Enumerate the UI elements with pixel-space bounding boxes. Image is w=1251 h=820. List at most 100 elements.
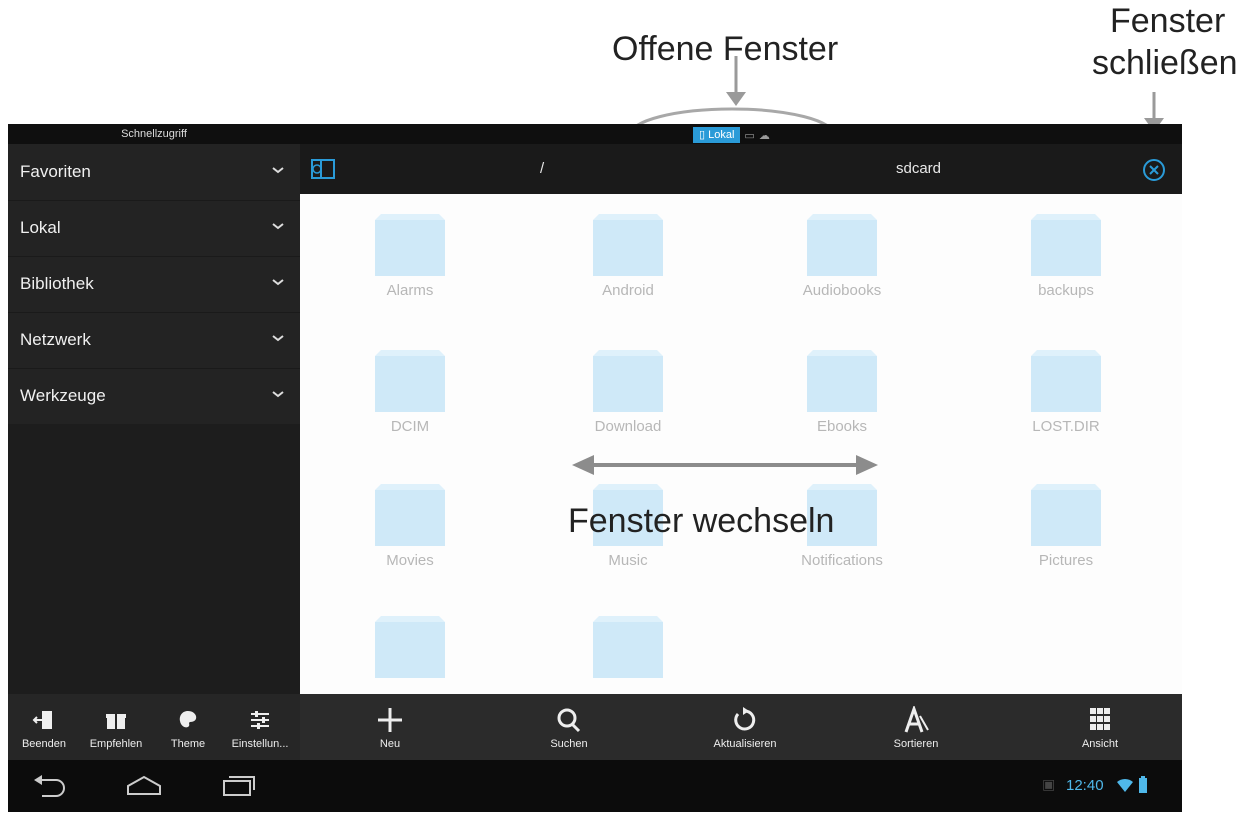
tablet-icon: ▯ <box>699 129 709 141</box>
sort-label: Sortieren <box>893 738 939 750</box>
window-switch-icon[interactable] <box>308 154 338 184</box>
refresh-button[interactable]: Aktualisieren <box>685 694 805 760</box>
folder-item[interactable]: Download <box>518 330 738 450</box>
folder-item[interactable]: Android <box>518 194 738 314</box>
sidebar-item-netzwerk[interactable]: Netzwerk <box>8 312 300 369</box>
folder-icon <box>593 616 663 678</box>
folder-item[interactable]: DCIM <box>300 330 520 450</box>
chevron-down-icon <box>272 335 284 342</box>
chevron-down-icon <box>272 167 284 174</box>
back-icon[interactable] <box>30 774 70 798</box>
folder-label: Audiobooks <box>802 282 882 299</box>
folder-item[interactable]: Ebooks <box>732 330 952 450</box>
top-bar: Schnellzugriff ▯ Lokal ▭ ☁ <box>8 124 1182 144</box>
recommend-button[interactable]: Empfehlen <box>80 694 152 760</box>
folder-label: DCIM <box>390 418 430 435</box>
recent-apps-icon[interactable] <box>218 774 258 798</box>
window-tab-label: Lokal <box>708 129 735 141</box>
folder-label: LOST.DIR <box>1032 418 1100 435</box>
notification-icon: ▣ <box>1042 776 1056 792</box>
open-windows-arrow <box>726 56 746 106</box>
folder-icon <box>375 484 445 546</box>
sidebar-item-bibliothek[interactable]: Bibliothek <box>8 256 300 313</box>
folder-icon <box>593 350 663 412</box>
folder-icon <box>593 214 663 276</box>
refresh-icon <box>734 707 756 731</box>
sliders-icon <box>251 711 269 729</box>
window-tabs: ▯ Lokal ▭ ☁ <box>693 127 770 143</box>
folder-icon <box>375 350 445 412</box>
folder-label: Alarms <box>386 282 434 299</box>
folder-item[interactable]: backups <box>956 194 1176 314</box>
sort-icon <box>904 706 929 733</box>
sort-button[interactable]: Sortieren <box>856 694 976 760</box>
path-bar: / sdcard <box>300 144 1182 194</box>
breadcrumb-root[interactable]: / <box>540 144 544 194</box>
wifi-icon <box>1117 778 1133 792</box>
theme-button[interactable]: Theme <box>152 694 224 760</box>
exit-button[interactable]: Beenden <box>8 694 80 760</box>
chevron-down-icon <box>272 391 284 398</box>
view-label: Ansicht <box>1081 738 1119 750</box>
sidebar-empty-area <box>8 424 300 694</box>
recommend-label: Empfehlen <box>89 738 143 750</box>
folder-label: backups <box>1038 282 1094 299</box>
folder-label: Android <box>602 282 654 299</box>
exit-icon <box>32 711 52 729</box>
folder-icon <box>1031 350 1101 412</box>
new-label: Neu <box>379 738 401 750</box>
folder-icon <box>807 350 877 412</box>
folder-item[interactable]: Audiobooks <box>732 194 952 314</box>
folder-label: Music <box>608 552 648 569</box>
sidebar-item-werkzeuge[interactable]: Werkzeuge <box>8 368 300 425</box>
quick-access-title: Schnellzugriff <box>121 128 187 140</box>
breadcrumb-current[interactable]: sdcard <box>896 144 941 194</box>
search-label: Suchen <box>550 738 588 750</box>
system-nav-bar: ▣ 12:40 <box>8 760 1182 812</box>
chevron-down-icon <box>272 223 284 230</box>
folder-item[interactable]: Movies <box>300 464 520 584</box>
folder-label: Download <box>594 418 662 435</box>
bottom-toolbar: Neu Suchen Aktualisieren Sortieren Ansic… <box>300 694 1182 760</box>
search-icon <box>557 708 581 733</box>
file-grid: Alarms Android Audiobooks backups DCIM Downlo… <box>300 194 1182 694</box>
gift-icon <box>106 714 126 729</box>
sidebar-item-label: Werkzeuge <box>20 386 106 405</box>
plus-icon <box>378 708 402 732</box>
folder-label: Movies <box>386 552 434 569</box>
folder-icon <box>375 616 445 678</box>
sidebar-item-favoriten[interactable]: Favoriten <box>8 144 300 201</box>
sidebar-item-label: Lokal <box>20 218 61 237</box>
refresh-label: Aktualisieren <box>713 738 777 750</box>
settings-button[interactable]: Einstellun... <box>224 694 296 760</box>
clock: 12:40 <box>1066 777 1104 794</box>
switch-windows-arrow <box>572 455 878 475</box>
window-tab-3-icon[interactable]: ☁ <box>759 129 770 142</box>
grid-icon <box>1090 708 1110 730</box>
folder-label: Notifications <box>801 552 883 569</box>
search-button[interactable]: Suchen <box>509 694 629 760</box>
folder-item[interactable]: LOST.DIR <box>956 330 1176 450</box>
annotation-switch-windows: Fenster wechseln <box>568 502 835 540</box>
folder-icon <box>807 214 877 276</box>
folder-label: Pictures <box>1038 552 1094 569</box>
close-window-icon[interactable] <box>1140 156 1168 184</box>
exit-label: Beenden <box>21 738 67 750</box>
sidebar-item-lokal[interactable]: Lokal <box>8 200 300 257</box>
folder-icon <box>1031 214 1101 276</box>
new-button[interactable]: Neu <box>330 694 450 760</box>
folder-icon <box>375 214 445 276</box>
folder-item[interactable]: Pictures <box>956 464 1176 584</box>
folder-item[interactable]: Alarms <box>300 194 520 314</box>
home-icon[interactable] <box>124 774 164 798</box>
battery-icon <box>1139 776 1147 793</box>
chevron-down-icon <box>272 279 284 286</box>
window-tab-2-icon[interactable]: ▭ <box>744 129 754 142</box>
sidebar-item-label: Netzwerk <box>20 330 91 349</box>
sidebar-actions: Beenden Empfehlen Theme Einstellun... <box>8 694 300 760</box>
view-button[interactable]: Ansicht <box>1040 694 1160 760</box>
sidebar-item-label: Bibliothek <box>20 274 94 293</box>
folder-icon <box>1031 484 1101 546</box>
theme-label: Theme <box>170 738 206 750</box>
window-tab-lokal[interactable]: ▯ Lokal <box>693 127 741 143</box>
